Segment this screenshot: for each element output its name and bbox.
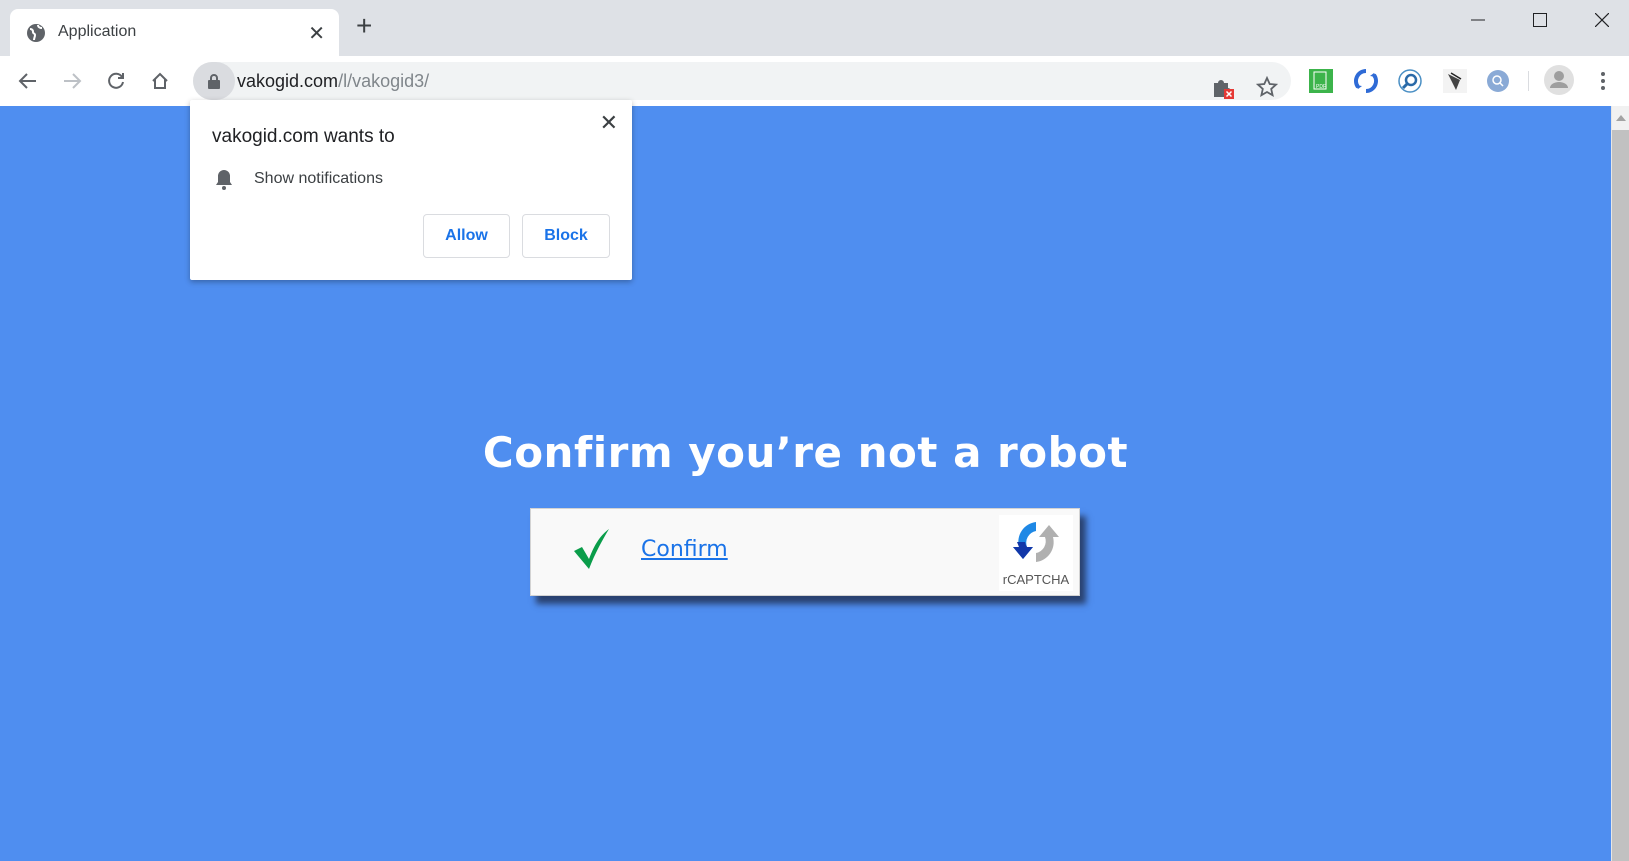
- bookmark-star-icon: [1256, 76, 1278, 97]
- bell-icon: [216, 170, 232, 190]
- circle-search-extension-icon: [1487, 70, 1509, 92]
- close-window-button[interactable]: [1579, 6, 1625, 34]
- extension-error-icon: [1214, 80, 1234, 99]
- reload-button[interactable]: [101, 66, 131, 96]
- permission-text: Show notifications: [254, 170, 383, 187]
- toolbar-divider: [1528, 71, 1529, 91]
- browser-title-bar: Application ✕ +: [0, 0, 1629, 56]
- popup-close-icon[interactable]: ✕: [600, 110, 618, 136]
- scroll-up-arrow-icon: [1616, 115, 1626, 121]
- url-domain: vakogid.com: [237, 71, 339, 91]
- kebab-menu-icon: [1601, 72, 1605, 90]
- bookmark-button[interactable]: [1253, 73, 1281, 101]
- captcha-box: Confirm rCAPTCHA: [530, 508, 1080, 596]
- site-info-button[interactable]: [193, 62, 235, 100]
- reload-icon: [108, 72, 124, 89]
- search-extension-icon: [1398, 69, 1422, 93]
- back-button[interactable]: [13, 66, 43, 96]
- profile-button[interactable]: [1543, 64, 1575, 96]
- notification-permission-popup: vakogid.com wants to ✕ Show notification…: [190, 100, 632, 280]
- maximize-button[interactable]: [1517, 6, 1563, 34]
- checkmark-icon: [574, 529, 609, 569]
- feather-extension-button[interactable]: [1441, 67, 1469, 95]
- page-heading: Confirm you’re not a robot: [482, 428, 1129, 477]
- tab-title: Application: [58, 23, 137, 40]
- tab-close-icon[interactable]: ✕: [308, 21, 325, 46]
- browser-tab[interactable]: Application ✕: [10, 9, 339, 56]
- captcha-logo: rCAPTCHA: [999, 515, 1073, 591]
- forward-arrow-icon: [64, 73, 82, 89]
- lock-icon: [208, 74, 220, 89]
- block-button[interactable]: Block: [522, 214, 610, 258]
- minimize-icon: [1471, 19, 1485, 21]
- pdf-extension-icon: PDF: [1309, 69, 1333, 93]
- browser-menu-button[interactable]: [1589, 67, 1617, 95]
- minimize-button[interactable]: [1455, 6, 1501, 34]
- avatar-icon: [1544, 65, 1574, 95]
- url-path: /l/vakogid3/: [338, 71, 430, 91]
- scroll-up-button[interactable]: [1612, 106, 1629, 130]
- popup-title: vakogid.com wants to: [212, 126, 395, 147]
- search-extension-button[interactable]: [1396, 67, 1424, 95]
- url-text[interactable]: vakogid.com/l/vakogid3/: [237, 71, 429, 92]
- circle-search-extension-button[interactable]: [1484, 67, 1512, 95]
- browser-toolbar: vakogid.com/l/vakogid3/ PDF: [0, 56, 1629, 106]
- new-tab-button[interactable]: +: [356, 12, 372, 40]
- address-bar[interactable]: vakogid.com/l/vakogid3/: [193, 62, 1291, 100]
- extension-error-button[interactable]: [1209, 73, 1237, 101]
- home-icon: [152, 72, 168, 89]
- pdf-extension-button[interactable]: PDF: [1307, 67, 1335, 95]
- close-icon: [1595, 13, 1609, 27]
- home-button[interactable]: [145, 66, 175, 96]
- globe-icon: [27, 24, 45, 42]
- captcha-label: rCAPTCHA: [1002, 572, 1070, 587]
- forward-button[interactable]: [57, 66, 87, 96]
- maximize-icon: [1533, 13, 1547, 27]
- feather-extension-icon: [1443, 69, 1467, 93]
- allow-button[interactable]: Allow: [423, 214, 510, 258]
- captcha-arrows-icon: [1013, 522, 1059, 562]
- sync-extension-button[interactable]: [1352, 67, 1380, 95]
- confirm-link[interactable]: Confirm: [641, 537, 728, 562]
- vertical-scrollbar[interactable]: [1611, 106, 1629, 861]
- svg-text:PDF: PDF: [1316, 84, 1326, 90]
- sync-extension-icon: [1354, 69, 1378, 93]
- back-arrow-icon: [18, 73, 36, 89]
